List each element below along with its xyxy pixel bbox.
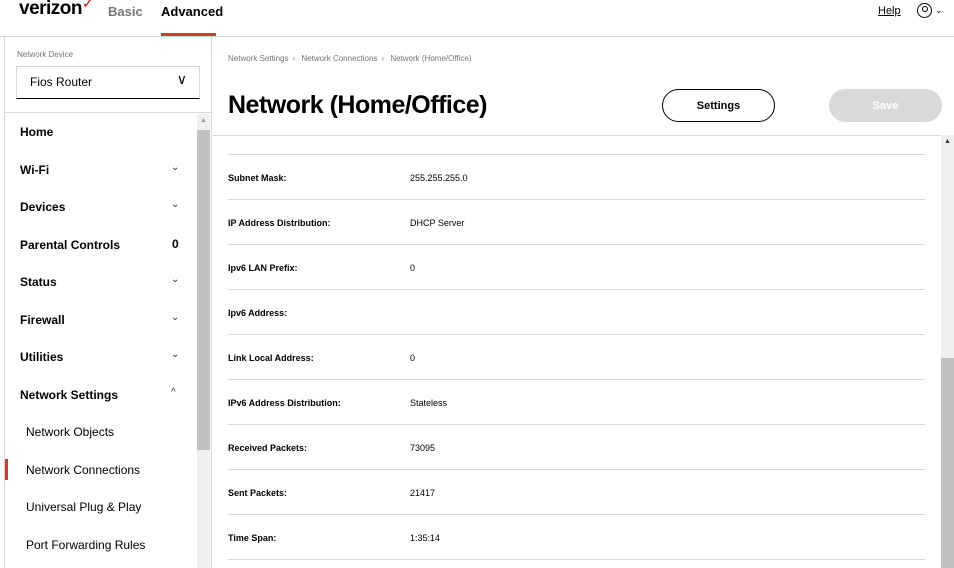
details-panel: IPv4 Address: 192.168.1.1 Subnet Mask: 255.…: [213, 135, 954, 568]
sidebar-item-status[interactable]: Status ⌄: [5, 267, 196, 297]
field-value: 73095: [410, 443, 436, 453]
field-label: Time Span:: [228, 533, 277, 543]
divider: [5, 112, 212, 113]
network-device-label: Network Device: [17, 50, 74, 59]
field-value: 0: [410, 353, 416, 363]
sidebar-item-firewall[interactable]: Firewall ⌄: [5, 305, 196, 335]
field-label: Ipv6 Address:: [228, 308, 288, 318]
sidebar-item-universal-plug-play[interactable]: Universal Plug & Play: [5, 492, 196, 522]
field-value: Stateless: [410, 398, 448, 408]
sidebar-item-utilities[interactable]: Utilities ⌄: [5, 342, 196, 372]
sidebar-item-label: Network Connections: [26, 462, 141, 477]
chevron-down-icon: ⌄: [171, 274, 180, 285]
sidebar-item-network-connections[interactable]: Network Connections: [5, 455, 196, 485]
field-value: DHCP Server: [410, 218, 465, 228]
sidebar-item-home[interactable]: Home: [5, 117, 196, 147]
field-value: 21417: [410, 488, 436, 498]
tab-basic[interactable]: Basic: [108, 4, 143, 19]
breadcrumb: Network Settings › Network Connections › N…: [228, 54, 476, 63]
chevron-down-icon[interactable]: ⌄: [935, 5, 943, 16]
sidebar-item-label: Parental Controls: [20, 237, 121, 252]
table-row: Ipv6 Address:: [228, 290, 925, 335]
sidebar-scrollbar[interactable]: ▲: [197, 114, 210, 568]
sidebar-item-label: Wi-Fi: [20, 162, 50, 177]
field-value: 0: [410, 263, 416, 273]
chevron-right-icon: ›: [292, 54, 296, 63]
sidebar-item-label: Status: [20, 275, 57, 289]
save-button[interactable]: Save: [829, 89, 942, 122]
field-label: Link Local Address:: [228, 353, 314, 363]
active-tab-indicator: [161, 33, 216, 36]
table-row: IPv4 Address: 192.168.1.1: [228, 136, 925, 155]
field-value: 1:35:14: [410, 533, 441, 543]
chevron-down-icon: ∨: [176, 71, 187, 87]
breadcrumb-network-connections[interactable]: Network Connections: [301, 54, 377, 63]
table-row: IPv6 Address Distribution: Stateless: [228, 380, 925, 425]
chevron-down-icon: ⌄: [171, 161, 180, 173]
field-label: IPv6 Address Distribution:: [228, 398, 341, 408]
user-icon[interactable]: [917, 3, 932, 18]
sidebar-item-devices[interactable]: Devices ⌄: [5, 192, 196, 222]
settings-button[interactable]: Settings: [662, 89, 775, 122]
breadcrumb-current: Network (Home/Office): [390, 54, 472, 63]
scroll-up-icon[interactable]: ▲: [200, 117, 207, 124]
sidebar-item-wi-fi[interactable]: Wi-Fi ⌄: [5, 155, 196, 185]
sidebar-item-label: Network Settings: [20, 387, 119, 402]
logo-text: verizon: [19, 0, 83, 19]
breadcrumb-network-settings[interactable]: Network Settings: [228, 54, 288, 63]
sidebar-item-label: Firewall: [20, 312, 65, 327]
verizon-logo[interactable]: verizon✓: [19, 0, 94, 20]
chevron-up-icon: ^: [171, 386, 176, 398]
checkmark-icon: ✓: [82, 0, 94, 11]
table-row: Link Local Address: 0: [228, 335, 925, 380]
field-label: IPv4 Address:: [228, 136, 288, 138]
table-row: Ipv6 LAN Prefix: 0: [228, 245, 925, 290]
field-value: 192.168.1.1: [410, 136, 458, 138]
field-label: Subnet Mask:: [228, 173, 287, 183]
chevron-down-icon: ⌄: [171, 199, 180, 210]
scroll-up-icon[interactable]: ▲: [944, 138, 951, 145]
sidebar-item-network-settings[interactable]: Network Settings ^: [5, 380, 196, 410]
sidebar-item-label: Universal Plug & Play: [26, 500, 142, 514]
scrollbar-thumb[interactable]: [197, 130, 210, 450]
sidebar-item-label: Port Forwarding Rules: [26, 537, 146, 552]
page-title: Network (Home/Office): [228, 91, 487, 119]
sidebar: Network Device Fios Router ∨ Home Wi-Fi ⌄ D…: [0, 37, 212, 568]
table-row: IP Address Distribution: DHCP Server: [228, 200, 925, 245]
chevron-right-icon: ›: [381, 54, 385, 63]
sidebar-item-network-objects[interactable]: Network Objects: [5, 417, 196, 447]
network-device-select[interactable]: Fios Router ∨: [16, 66, 200, 99]
chevron-down-icon: ⌄: [171, 311, 180, 323]
field-label: Sent Packets:: [228, 488, 288, 498]
field-label: Ipv6 LAN Prefix:: [228, 263, 298, 273]
table-row: Received Packets: 73095: [228, 425, 925, 470]
sidebar-item-label: Utilities: [20, 350, 64, 364]
sidebar-item-label: Network Objects: [26, 425, 115, 439]
top-bar: verizon✓ Basic Advanced Help ⌄: [0, 0, 954, 37]
sidebar-item-label: Home: [20, 125, 54, 139]
help-link[interactable]: Help: [878, 5, 901, 17]
network-device-value: Fios Router: [30, 75, 93, 89]
table-row: Sent Packets: 21417: [228, 470, 925, 515]
field-label: Received Packets:: [228, 443, 308, 453]
sidebar-item-parental-controls[interactable]: Parental Controls 0: [5, 230, 196, 260]
tab-advanced[interactable]: Advanced: [161, 4, 223, 19]
count-badge: 0: [172, 236, 179, 251]
field-value: 255.255.255.0: [410, 173, 468, 183]
table-row: Subnet Mask: 255.255.255.0: [228, 155, 925, 200]
chevron-down-icon: ⌄: [171, 349, 180, 360]
main-scrollbar[interactable]: ▲: [941, 135, 954, 568]
sidebar-item-port-forwarding-rules[interactable]: Port Forwarding Rules: [5, 530, 196, 560]
table-row: Time Span: 1:35:14: [228, 515, 925, 560]
scrollbar-thumb[interactable]: [941, 358, 954, 568]
sidebar-item-label: Devices: [20, 200, 66, 214]
field-label: IP Address Distribution:: [228, 218, 331, 228]
